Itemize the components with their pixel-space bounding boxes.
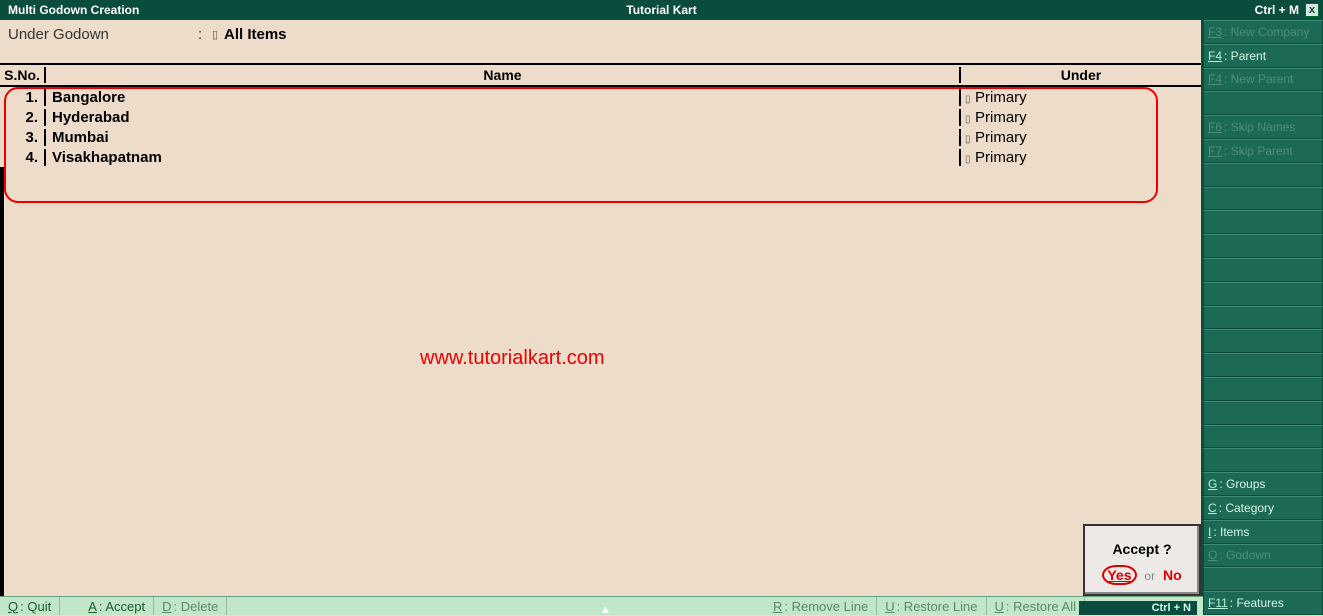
table-row[interactable]: 3. Mumbai ▯Primary — [0, 127, 1201, 147]
bb-remove-line: R: Remove Line — [765, 597, 877, 615]
cell-under[interactable]: ▯Primary — [961, 89, 1201, 106]
cell-under[interactable]: ▯Primary — [961, 109, 1201, 126]
side-f11-features[interactable]: F11: Features — [1203, 591, 1323, 615]
under-godown-value[interactable]: All Items — [224, 26, 287, 43]
title-center: Tutorial Kart — [626, 3, 696, 17]
accept-dialog: Accept ? Yes or No — [1083, 524, 1201, 596]
bb-quit[interactable]: Q: Quit — [0, 597, 60, 615]
col-under: Under — [961, 67, 1201, 83]
cell-sno: 1. — [0, 89, 46, 106]
side-empty — [1203, 187, 1323, 211]
side-f3-new-company: F3: New Company — [1203, 20, 1323, 44]
accept-or: or — [1144, 569, 1155, 583]
under-godown-row: Under Godown : ▯ All Items — [0, 20, 1201, 49]
under-godown-label: Under Godown — [8, 26, 198, 43]
table-header: S.No. Name Under — [0, 63, 1201, 87]
table-row[interactable]: 2. Hyderabad ▯Primary — [0, 107, 1201, 127]
cell-name[interactable]: Hyderabad — [46, 109, 961, 126]
side-f4-new-parent: F4: New Parent — [1203, 68, 1323, 92]
table-row[interactable]: 4. Visakhapatnam ▯Primary — [0, 147, 1201, 167]
accept-question: Accept ? — [1112, 541, 1171, 557]
side-empty — [1203, 567, 1323, 591]
cell-under[interactable]: ▯Primary — [961, 149, 1201, 166]
side-o-godown: O: Godown — [1203, 544, 1323, 568]
cell-sno: 2. — [0, 109, 46, 126]
bb-restore-all: U: Restore All — [987, 597, 1085, 615]
side-empty — [1203, 306, 1323, 330]
side-empty — [1203, 329, 1323, 353]
title-shortcut: Ctrl + M — [1255, 3, 1299, 17]
sidebar: F3: New Company F4: Parent F4: New Paren… — [1203, 20, 1323, 615]
col-name: Name — [46, 67, 961, 83]
cell-name[interactable]: Mumbai — [46, 129, 961, 146]
side-i-items[interactable]: I: Items — [1203, 520, 1323, 544]
accept-no-button[interactable]: No — [1163, 567, 1182, 583]
side-g-groups[interactable]: G: Groups — [1203, 472, 1323, 496]
cell-sno: 4. — [0, 149, 46, 166]
side-empty — [1203, 401, 1323, 425]
col-sno: S.No. — [0, 67, 46, 83]
bb-accept[interactable]: A: Accept — [80, 597, 154, 615]
side-empty — [1203, 163, 1323, 187]
under-godown-colon: : — [198, 26, 212, 43]
close-icon[interactable]: x — [1305, 3, 1319, 17]
side-f6-skip-names: F6: Skip Names — [1203, 115, 1323, 139]
side-empty — [1203, 448, 1323, 472]
cell-name[interactable]: Visakhapatnam — [46, 149, 961, 166]
side-empty — [1203, 91, 1323, 115]
side-empty — [1203, 425, 1323, 449]
cell-sno: 3. — [0, 129, 46, 146]
title-left: Multi Godown Creation — [0, 3, 139, 17]
table-body: 1. Bangalore ▯Primary 2. Hyderabad ▯Prim… — [0, 87, 1201, 615]
table-row[interactable]: 1. Bangalore ▯Primary — [0, 87, 1201, 107]
side-f4-parent[interactable]: F4: Parent — [1203, 44, 1323, 68]
side-c-category[interactable]: C: Category — [1203, 496, 1323, 520]
bb-delete: D: Delete — [154, 597, 227, 615]
side-empty — [1203, 234, 1323, 258]
bottom-bar: Q: Quit A: Accept D: Delete R: Remove Li… — [0, 596, 1203, 615]
caret-icon: ▲ — [600, 604, 611, 616]
side-f7-skip-parent: F7: Skip Parent — [1203, 139, 1323, 163]
bb-restore-line: U: Restore Line — [877, 597, 986, 615]
watermark: www.tutorialkart.com — [420, 347, 605, 370]
side-empty — [1203, 210, 1323, 234]
under-godown-marker: ▯ — [212, 28, 224, 41]
side-empty — [1203, 282, 1323, 306]
accept-yes-button[interactable]: Yes — [1107, 567, 1131, 583]
main-area: Under Godown : ▯ All Items S.No. Name Un… — [0, 20, 1203, 615]
cell-under[interactable]: ▯Primary — [961, 129, 1201, 146]
side-empty — [1203, 353, 1323, 377]
ctrl-n-hint: Ctrl + N — [1079, 601, 1197, 615]
side-empty — [1203, 258, 1323, 282]
title-bar: Multi Godown Creation Tutorial Kart Ctrl… — [0, 0, 1323, 20]
cell-name[interactable]: Bangalore — [46, 89, 961, 106]
side-empty — [1203, 377, 1323, 401]
